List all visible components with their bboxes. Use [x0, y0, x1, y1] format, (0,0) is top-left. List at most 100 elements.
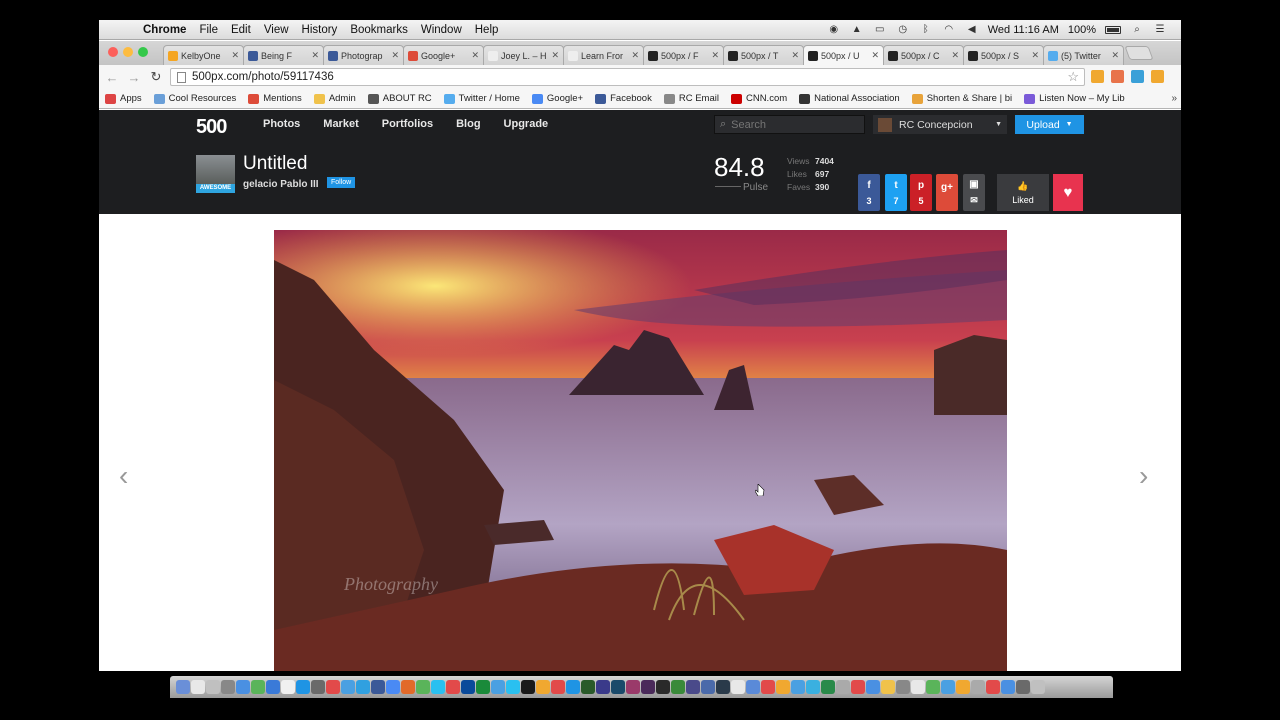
- tab-5[interactable]: Learn Fror ✕: [563, 45, 644, 65]
- close-tab-icon[interactable]: ✕: [391, 50, 399, 61]
- dock-app-icon[interactable]: [806, 680, 820, 694]
- menu-bookmarks[interactable]: Bookmarks: [350, 24, 408, 36]
- chrome-menu-icon[interactable]: [1151, 70, 1164, 83]
- dock-app-icon[interactable]: [611, 680, 625, 694]
- dock-app-icon[interactable]: [566, 680, 580, 694]
- dock-app-icon[interactable]: [776, 680, 790, 694]
- dock-app-icon[interactable]: [836, 680, 850, 694]
- dock-app-icon[interactable]: [521, 680, 535, 694]
- close-tab-icon[interactable]: ✕: [231, 50, 239, 61]
- close-tab-icon[interactable]: ✕: [871, 50, 879, 61]
- close-tab-icon[interactable]: ✕: [1111, 50, 1119, 61]
- dock-app-icon[interactable]: [881, 680, 895, 694]
- nav-portfolios[interactable]: Portfolios: [382, 118, 433, 130]
- bookmarks-overflow-icon[interactable]: »: [1171, 93, 1177, 104]
- dock-app-icon[interactable]: [326, 680, 340, 694]
- battery-icon[interactable]: [1105, 25, 1121, 34]
- notification-center-icon[interactable]: ☰: [1153, 24, 1167, 36]
- dock-app-icon[interactable]: [911, 680, 925, 694]
- menu-history[interactable]: History: [302, 24, 338, 36]
- extension-icon[interactable]: [1131, 70, 1144, 83]
- extension-icon[interactable]: [1091, 70, 1104, 83]
- bookmark-2[interactable]: Mentions: [248, 93, 302, 104]
- close-tab-icon[interactable]: ✕: [791, 50, 799, 61]
- dock-app-icon[interactable]: [296, 680, 310, 694]
- user-menu[interactable]: RC Concepcion ▼: [873, 115, 1007, 134]
- dock-app-icon[interactable]: [971, 680, 985, 694]
- close-tab-icon[interactable]: ✕: [951, 50, 959, 61]
- dock-app-icon[interactable]: [581, 680, 595, 694]
- bookmark-12[interactable]: Listen Now – My Lib: [1024, 93, 1125, 104]
- dock-app-icon[interactable]: [416, 680, 430, 694]
- rss-extension-icon[interactable]: [1111, 70, 1124, 83]
- dock-app-icon[interactable]: [491, 680, 505, 694]
- dock-app-icon[interactable]: [941, 680, 955, 694]
- bookmark-3[interactable]: Admin: [313, 93, 356, 104]
- tab-6[interactable]: 500px / F ✕: [643, 45, 724, 65]
- dock-app-icon[interactable]: [461, 680, 475, 694]
- tab-1[interactable]: Being F ✕: [243, 45, 324, 65]
- close-tab-icon[interactable]: ✕: [551, 50, 559, 61]
- dock-app-icon[interactable]: [236, 680, 250, 694]
- dock-app-icon[interactable]: [281, 680, 295, 694]
- dock-app-icon[interactable]: [641, 680, 655, 694]
- dock-app-icon[interactable]: [206, 680, 220, 694]
- dock-app-icon[interactable]: [506, 680, 520, 694]
- dock-app-icon[interactable]: [221, 680, 235, 694]
- dock-app-icon[interactable]: [386, 680, 400, 694]
- bookmark-5[interactable]: Twitter / Home: [443, 93, 520, 104]
- dock-app-icon[interactable]: [356, 680, 370, 694]
- menu-app[interactable]: Chrome: [143, 24, 186, 36]
- battery-percent[interactable]: 100%: [1068, 24, 1096, 36]
- dock-app-icon[interactable]: [401, 680, 415, 694]
- close-tab-icon[interactable]: ✕: [631, 50, 639, 61]
- dock-app-icon[interactable]: [761, 680, 775, 694]
- share-facebook-button[interactable]: f3: [858, 174, 880, 211]
- next-photo-arrow-icon[interactable]: ›: [1139, 460, 1148, 492]
- dock-app-icon[interactable]: [446, 680, 460, 694]
- dock-app-icon[interactable]: [731, 680, 745, 694]
- bookmark-7[interactable]: Facebook: [595, 93, 652, 104]
- bookmark-8[interactable]: RC Email: [663, 93, 719, 104]
- dock-app-icon[interactable]: [431, 680, 445, 694]
- share-twitter-button[interactable]: t7: [885, 174, 907, 211]
- share-pinterest-button[interactable]: p5: [910, 174, 932, 211]
- dock-app-icon[interactable]: [866, 680, 880, 694]
- menu-file[interactable]: File: [199, 24, 218, 36]
- dock-app-icon[interactable]: [551, 680, 565, 694]
- dock-app-icon[interactable]: [686, 680, 700, 694]
- author-name[interactable]: gelacio Pablo III: [243, 179, 319, 190]
- dock-app-icon[interactable]: [626, 680, 640, 694]
- nav-blog[interactable]: Blog: [456, 118, 480, 130]
- wifi-icon[interactable]: ◠: [942, 24, 956, 36]
- liked-button[interactable]: 👍 Liked: [997, 174, 1049, 211]
- dock-app-icon[interactable]: [656, 680, 670, 694]
- bookmark-0[interactable]: Apps: [105, 93, 142, 104]
- address-bar[interactable]: 500px.com/photo/59117436 ☆: [170, 68, 1085, 86]
- menu-edit[interactable]: Edit: [231, 24, 251, 36]
- tab-9[interactable]: 500px / C ✕: [883, 45, 964, 65]
- bookmark-1[interactable]: Cool Resources: [153, 93, 236, 104]
- dock-app-icon[interactable]: [896, 680, 910, 694]
- dock-app-icon[interactable]: [1031, 680, 1045, 694]
- share-googleplus-button[interactable]: g+: [936, 174, 958, 211]
- dock-app-icon[interactable]: [1016, 680, 1030, 694]
- tab-4[interactable]: Joey L. – H ✕: [483, 45, 564, 65]
- bookmark-4[interactable]: ABOUT RC: [367, 93, 432, 104]
- bookmark-star-icon[interactable]: ☆: [1067, 69, 1079, 85]
- menu-help[interactable]: Help: [475, 24, 499, 36]
- close-tab-icon[interactable]: ✕: [471, 50, 479, 61]
- tab-3[interactable]: Google+ ✕: [403, 45, 484, 65]
- address-url[interactable]: 500px.com/photo/59117436: [192, 71, 334, 83]
- close-tab-icon[interactable]: ✕: [311, 50, 319, 61]
- reload-icon[interactable]: ↻: [149, 69, 163, 85]
- airplay-icon[interactable]: ▭: [873, 24, 887, 36]
- search-input[interactable]: [731, 118, 852, 131]
- creative-cloud-icon[interactable]: ◉: [827, 24, 841, 36]
- back-arrow-icon[interactable]: ←: [105, 70, 119, 85]
- bluetooth-icon[interactable]: ᛒ: [919, 24, 933, 36]
- nav-upgrade[interactable]: Upgrade: [504, 118, 549, 130]
- dock-app-icon[interactable]: [476, 680, 490, 694]
- dock-app-icon[interactable]: [926, 680, 940, 694]
- close-tab-icon[interactable]: ✕: [1031, 50, 1039, 61]
